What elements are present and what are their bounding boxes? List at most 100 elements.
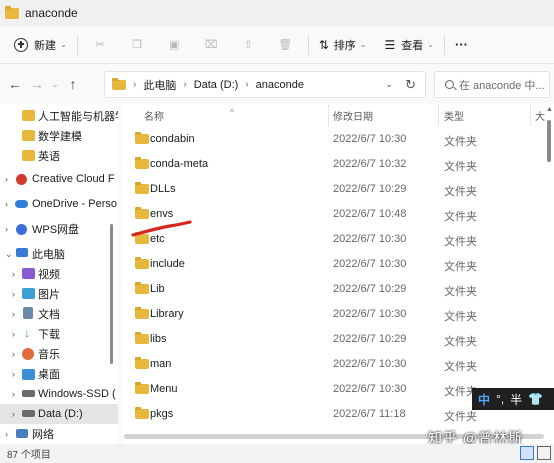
folder-icon <box>22 150 35 161</box>
sort-button[interactable]: ⇅ 排序 ⌄ <box>313 31 373 59</box>
file-row[interactable]: Library 2022/6/7 10:30 文件夹 <box>122 302 554 327</box>
file-type: 文件夹 <box>444 236 477 248</box>
folder-icon <box>135 382 149 394</box>
creative-cloud-icon <box>16 174 27 185</box>
chevron-down-icon: ⌄ <box>427 40 434 49</box>
nav-item-english[interactable]: 英语 <box>0 146 118 166</box>
item-count: 87 个项目 <box>7 450 51 461</box>
chevron-right-icon[interactable]: › <box>12 289 15 299</box>
more-button[interactable]: ··· <box>449 31 474 59</box>
chevron-right-icon: › <box>133 79 137 90</box>
nav-item-documents[interactable]: › 文档 <box>0 304 118 324</box>
chevron-right-icon[interactable]: › <box>12 369 15 379</box>
nav-item-music[interactable]: › 音乐 <box>0 344 118 364</box>
file-row[interactable]: DLLs 2022/6/7 10:29 文件夹 <box>122 177 554 202</box>
column-name[interactable]: 名称 <box>144 108 164 123</box>
chevron-right-icon[interactable]: › <box>12 309 15 319</box>
breadcrumb-data-d[interactable]: Data (D:) <box>194 79 239 91</box>
folder-icon <box>22 130 35 141</box>
nav-item-network[interactable]: › 网络 <box>0 424 118 444</box>
chevron-right-icon[interactable]: › <box>12 409 15 419</box>
nav-item-this-pc[interactable]: ⌄ 此电脑 <box>0 244 118 264</box>
nav-item-onedrive[interactable]: › OneDrive - Perso <box>0 194 118 214</box>
file-row[interactable]: libs 2022/6/7 10:29 文件夹 <box>122 327 554 352</box>
chevron-right-icon[interactable]: › <box>5 429 8 439</box>
column-divider[interactable] <box>438 104 439 126</box>
file-row[interactable]: include 2022/6/7 10:30 文件夹 <box>122 252 554 277</box>
rename-button[interactable]: ⌧ <box>193 31 230 59</box>
tiles-view-icon[interactable] <box>537 446 551 460</box>
nav-item-downloads[interactable]: › ↓ 下载 <box>0 324 118 344</box>
arrow-right-icon: → <box>30 76 44 92</box>
nav-item-creative-cloud[interactable]: › Creative Cloud F <box>0 169 118 189</box>
breadcrumb-anaconde[interactable]: anaconde <box>256 79 304 91</box>
nav-item-data-d[interactable]: › Data (D:) <box>0 404 118 424</box>
forward-button[interactable]: → <box>26 72 48 96</box>
chevron-right-icon[interactable]: › <box>5 199 8 209</box>
search-box[interactable]: 在 anaconde 中... <box>434 71 550 98</box>
file-row[interactable]: conda-meta 2022/6/7 10:32 文件夹 <box>122 152 554 177</box>
column-size[interactable]: 大 <box>535 108 545 123</box>
chevron-right-icon[interactable]: › <box>5 224 8 234</box>
file-row[interactable]: Lib 2022/6/7 10:29 文件夹 <box>122 277 554 302</box>
file-date: 2022/6/7 10:30 <box>333 358 407 370</box>
file-name: libs <box>150 333 167 345</box>
column-divider[interactable] <box>530 104 531 126</box>
ime-mode: 中 <box>478 392 491 407</box>
file-date: 2022/6/7 10:30 <box>333 258 407 270</box>
column-divider[interactable] <box>328 104 329 126</box>
view-label: 查看 <box>401 39 424 52</box>
folder-icon <box>135 407 149 419</box>
nav-item-videos[interactable]: › 视频 <box>0 264 118 284</box>
chevron-down-icon: ⌄ <box>51 78 59 89</box>
address-row: ← → ⌄ ↑ › 此电脑 › Data (D:) › anaconde ⌄ ↻… <box>0 64 554 104</box>
chevron-right-icon[interactable]: › <box>12 269 15 279</box>
recent-locations-button[interactable]: ⌄ <box>48 72 62 96</box>
nav-item-math-modeling[interactable]: 数学建模 <box>0 126 118 146</box>
share-button[interactable]: ⇪ <box>230 31 267 59</box>
address-bar[interactable]: › 此电脑 › Data (D:) › anaconde ⌄ ↻ <box>104 71 426 98</box>
nav-item-desktop[interactable]: › 桌面 <box>0 364 118 384</box>
toolbar-divider <box>307 34 309 55</box>
copy-button[interactable]: ❐ <box>119 31 156 59</box>
file-name: conda-meta <box>150 158 209 170</box>
chevron-right-icon[interactable]: › <box>12 349 15 359</box>
file-row[interactable]: man 2022/6/7 10:30 文件夹 <box>122 352 554 377</box>
file-date: 2022/6/7 10:30 <box>333 308 407 320</box>
nav-scrollbar[interactable] <box>110 224 113 364</box>
cloud-icon <box>15 200 28 208</box>
nav-item-ai-ml[interactable]: 人工智能与机器学 <box>0 106 118 126</box>
file-row[interactable]: condabin 2022/6/7 10:30 文件夹 <box>122 127 554 152</box>
nav-item-windows-ssd[interactable]: › Windows-SSD ( <box>0 384 118 404</box>
cut-button[interactable]: ✂ <box>82 31 119 59</box>
chevron-right-icon: › <box>245 79 249 90</box>
column-type[interactable]: 类型 <box>444 108 464 123</box>
music-icon <box>22 348 34 360</box>
chevron-down-icon[interactable]: ⌄ <box>5 249 13 260</box>
chevron-right-icon[interactable]: › <box>5 174 8 184</box>
ime-width: 半 <box>510 392 523 407</box>
chevron-right-icon[interactable]: › <box>12 389 15 399</box>
paste-button[interactable]: ▣ <box>156 31 193 59</box>
column-date[interactable]: 修改日期 <box>333 108 373 123</box>
details-view-icon[interactable] <box>520 446 534 460</box>
chevron-right-icon[interactable]: › <box>12 329 15 339</box>
view-button[interactable]: ☰ 查看 ⌄ <box>378 31 439 59</box>
back-button[interactable]: ← <box>4 72 26 96</box>
breadcrumb-this-pc[interactable]: 此电脑 <box>143 77 176 93</box>
file-name: Lib <box>150 283 165 295</box>
more-dots-icon: ··· <box>454 37 468 52</box>
file-type: 文件夹 <box>444 361 477 373</box>
scroll-thumb[interactable] <box>547 120 551 162</box>
address-dropdown-icon[interactable]: ⌄ <box>385 79 393 90</box>
refresh-icon[interactable]: ↻ <box>405 77 416 93</box>
ime-indicator[interactable]: 中 °, 半 👕 <box>472 388 554 410</box>
nav-item-pictures[interactable]: › 图片 <box>0 284 118 304</box>
up-button[interactable]: ↑ <box>62 72 84 96</box>
navigation-pane: 人工智能与机器学 数学建模 英语 › Creative Cloud F › On… <box>0 104 118 444</box>
drive-icon <box>22 390 35 397</box>
nav-item-wps-drive[interactable]: › WPS网盘 <box>0 219 118 239</box>
new-button[interactable]: 新建 ⌄ <box>8 31 73 59</box>
delete-button[interactable]: 🗑 <box>267 31 304 59</box>
scroll-up-icon[interactable]: ▲ <box>546 106 553 113</box>
